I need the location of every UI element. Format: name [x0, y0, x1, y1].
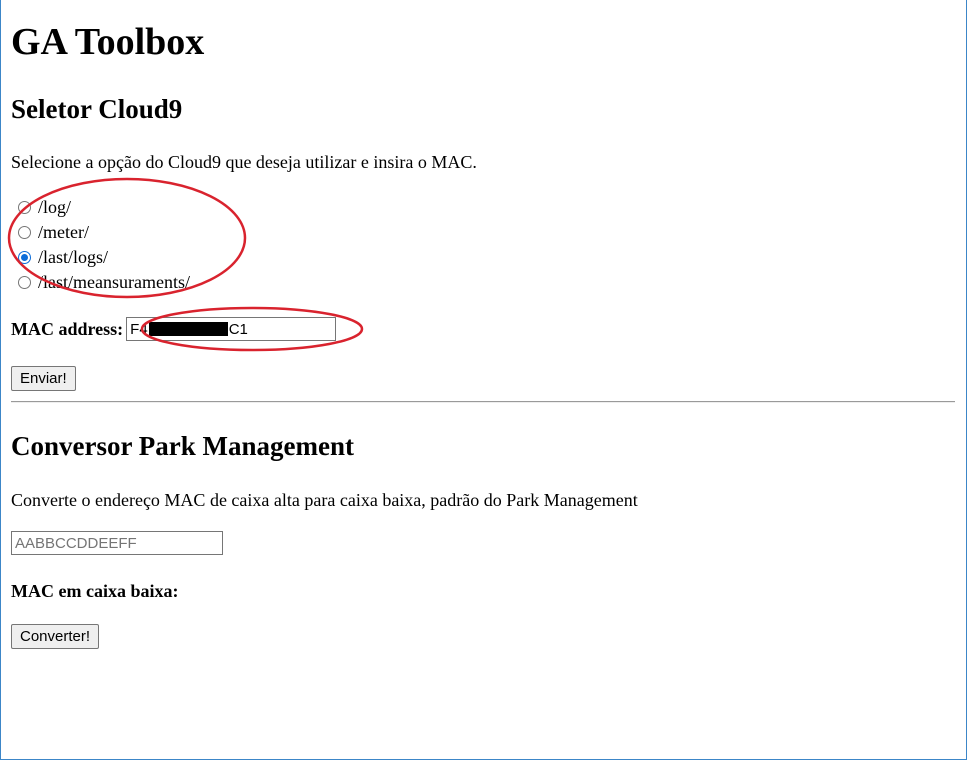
selector-heading: Seletor Cloud9 — [11, 94, 183, 124]
mac-value-prefix: F4 — [130, 320, 148, 338]
mac-value-suffix: C1 — [228, 320, 248, 338]
converter-description: Converte o endereço MAC de caixa alta pa… — [11, 490, 638, 510]
page-title: GA Toolbox — [11, 21, 205, 63]
radio-button[interactable] — [18, 276, 31, 289]
radio-option-last-meansuraments[interactable]: /last/meansuraments/ — [11, 270, 190, 295]
radio-option-meter[interactable]: /meter/ — [11, 220, 190, 245]
radio-option-log[interactable]: /log/ — [11, 195, 190, 220]
radio-button-selected[interactable] — [18, 251, 31, 264]
radio-label: /last/meansuraments/ — [38, 272, 190, 292]
lowercase-mac-label: MAC em caixa baixa: — [11, 581, 179, 601]
mac-address-input[interactable]: F4 C1 — [126, 317, 337, 341]
radio-button[interactable] — [18, 226, 31, 239]
redaction-block — [148, 322, 228, 336]
selector-description: Selecione a opção do Cloud9 que deseja u… — [11, 152, 477, 172]
radio-label: /last/logs/ — [38, 247, 109, 267]
section-divider — [11, 401, 955, 403]
enviar-button[interactable]: Enviar! — [11, 366, 76, 391]
endpoint-radio-group: /log/ /meter/ /last/logs/ /last/meansura… — [11, 195, 190, 295]
converter-heading: Conversor Park Management — [11, 431, 354, 461]
mac-address-label: MAC address: — [11, 318, 124, 339]
radio-label: /meter/ — [38, 222, 89, 242]
radio-option-last-logs[interactable]: /last/logs/ — [11, 245, 190, 270]
converter-button[interactable]: Converter! — [11, 624, 100, 649]
radio-label: /log/ — [38, 197, 72, 217]
radio-button[interactable] — [18, 201, 31, 214]
uppercase-mac-input[interactable]: AABBCCDDEEFF — [11, 531, 223, 555]
mac-address-row: MAC address: F4 C1 — [11, 316, 337, 342]
input-placeholder: AABBCCDDEEFF — [15, 534, 137, 552]
